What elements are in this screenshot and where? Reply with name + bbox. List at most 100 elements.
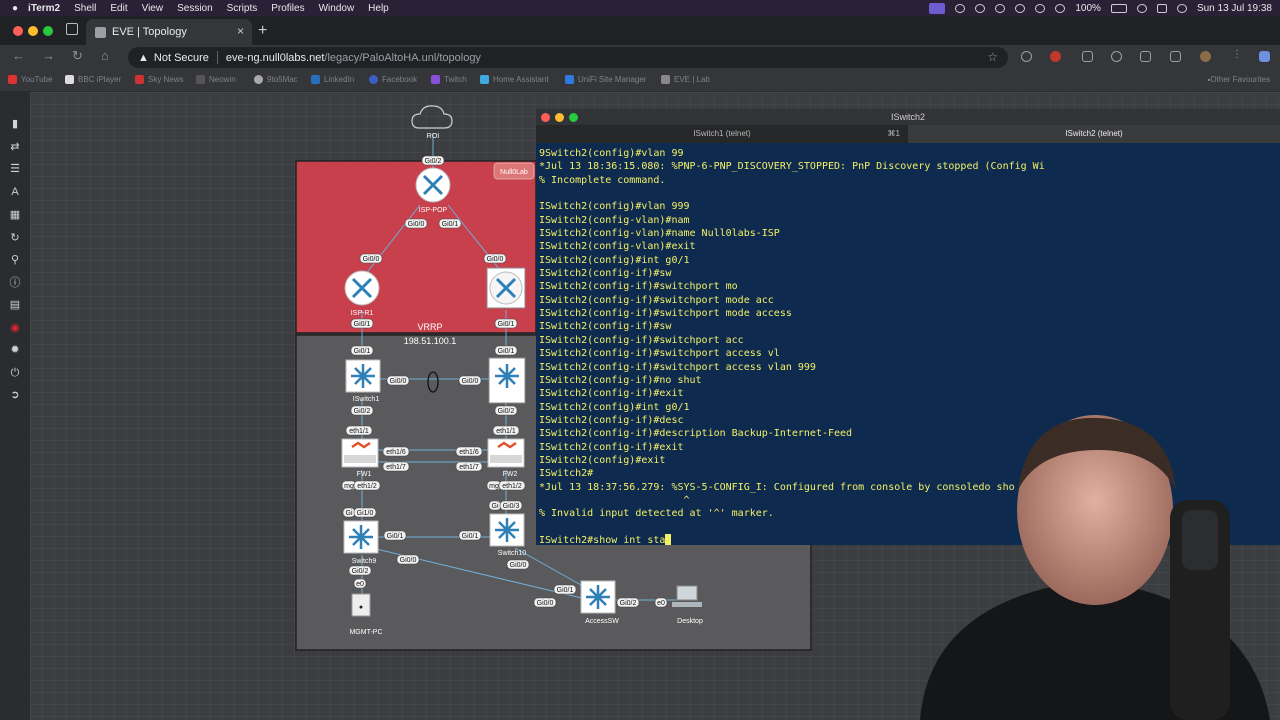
terminal-tab-bar: ISwitch1 (telnet) ⌘1 ISwitch2 (telnet)	[536, 125, 1280, 143]
status-icon[interactable]	[955, 3, 966, 13]
grid-icon[interactable]: ▦	[9, 209, 21, 221]
screen-share-icon[interactable]	[929, 2, 946, 14]
webcam-overlay	[920, 415, 1270, 720]
other-favourites[interactable]: Other Favourites	[1208, 75, 1270, 84]
menu-scripts[interactable]: Scripts	[227, 3, 258, 14]
extension-icon[interactable]	[1021, 51, 1032, 62]
bookmark-label: 9to5Mac	[267, 75, 298, 84]
switch9-label: Switch9	[352, 558, 377, 565]
zoom-window-button[interactable]	[43, 26, 53, 36]
terminal-input[interactable]: ISwitch2#show int sta	[539, 535, 665, 545]
new-tab-button[interactable]: +	[258, 22, 267, 40]
port-label: Gi0/3	[503, 503, 520, 510]
tab-iswitch1-label: ISwitch1 (telnet)	[693, 129, 751, 138]
add-object-icon[interactable]: ▮	[9, 118, 21, 130]
port-label: mg	[489, 483, 499, 490]
menu-shell[interactable]: Shell	[74, 3, 96, 14]
menu-clock[interactable]: Sun 13 Jul 19:38	[1197, 3, 1272, 14]
minimize-window-button[interactable]	[28, 26, 38, 36]
tab-group-icon[interactable]	[1170, 51, 1181, 62]
bookmark-home-assistant[interactable]: Home Assistant	[480, 75, 549, 84]
tab-iswitch1[interactable]: ISwitch1 (telnet) ⌘1	[536, 125, 908, 143]
iswitch2-node[interactable]	[488, 357, 526, 404]
port-label: eth1/6	[459, 449, 479, 456]
download-icon[interactable]	[1140, 51, 1151, 62]
battery-icon[interactable]	[1110, 3, 1127, 13]
bookmark-star-icon[interactable]: ☆	[987, 50, 998, 64]
bookmarks-bar: YouTube BBC iPlayer Sky News Neowin 9to5…	[0, 69, 1280, 92]
bookmark-linkedin[interactable]: LinkedIn	[311, 75, 354, 84]
tab-iswitch2[interactable]: ISwitch2 (telnet)	[908, 125, 1280, 143]
menu-view[interactable]: View	[142, 3, 164, 14]
url-host: eve-ng.null0labs.net	[225, 51, 325, 64]
isp-r2-router[interactable]	[486, 267, 526, 309]
isp-pop-router[interactable]: ISP-POP	[415, 167, 451, 214]
tab-overview-icon[interactable]	[66, 23, 78, 35]
copilot-icon[interactable]	[1259, 51, 1270, 62]
bookmark-facebook[interactable]: Facebook	[369, 75, 417, 84]
bookmark-label: Facebook	[382, 75, 418, 84]
list-icon[interactable]: ☰	[9, 163, 21, 175]
zoom-icon[interactable]: ⚲	[9, 254, 21, 266]
menu-session[interactable]: Session	[177, 3, 213, 14]
headphones-icon[interactable]	[1015, 3, 1026, 13]
security-label[interactable]: Not Secure	[154, 52, 209, 64]
address-bar[interactable]: ▲ Not Secure eve-ng.null0labs.net/legacy…	[128, 47, 1008, 68]
bookmark-eve-lab[interactable]: EVE | Lab	[661, 75, 710, 84]
bookmark-sky-news[interactable]: Sky News	[135, 75, 184, 84]
accesssw-node[interactable]: AccessSW	[580, 580, 619, 625]
other-favourites-label: Other Favourites	[1210, 75, 1270, 84]
bookmark-unifi[interactable]: UniFi Site Manager	[565, 75, 646, 84]
menu-help[interactable]: Help	[368, 3, 389, 14]
port-label: Gi0/0	[400, 557, 417, 564]
control-center-icon[interactable]	[1156, 3, 1167, 13]
text-icon[interactable]: A	[9, 186, 21, 198]
vpn-icon[interactable]	[995, 3, 1006, 13]
microphone-grille	[1182, 510, 1218, 570]
reload-icon[interactable]: ↻	[72, 48, 83, 64]
cloud-icon[interactable]	[975, 3, 986, 13]
terminal-title: ISwitch2	[890, 112, 925, 122]
wifi-icon[interactable]	[1136, 3, 1147, 13]
more-menu-icon[interactable]: ⋮	[1232, 50, 1243, 62]
bookmark-twitch[interactable]: Twitch	[431, 75, 467, 84]
siri-icon[interactable]	[1176, 3, 1187, 13]
terminal-close-button[interactable]	[541, 113, 550, 122]
close-window-button[interactable]	[13, 26, 23, 36]
menu-app-name[interactable]: iTerm2	[28, 3, 60, 14]
stop-icon[interactable]: ◉	[9, 322, 21, 334]
bookmark-neowin[interactable]: Neowin	[196, 75, 236, 84]
terminal-titlebar[interactable]: ISwitch2	[536, 109, 1280, 125]
menu-window[interactable]: Window	[319, 3, 355, 14]
moon-icon[interactable]	[1055, 3, 1066, 13]
terminal-minimize-button[interactable]	[555, 113, 564, 122]
port-label: eth1/7	[386, 464, 406, 471]
warning-icon[interactable]: ▲	[138, 52, 149, 64]
record-extension-icon[interactable]	[1050, 51, 1061, 62]
notes-icon[interactable]: ▤	[9, 299, 21, 311]
bookmark-youtube[interactable]: YouTube	[8, 75, 52, 84]
terminal-zoom-button[interactable]	[569, 113, 578, 122]
menu-edit[interactable]: Edit	[110, 3, 127, 14]
home-icon[interactable]: ⌂	[101, 48, 109, 63]
info-icon[interactable]: ⓘ	[9, 277, 21, 289]
history-icon[interactable]	[1111, 51, 1122, 62]
apple-icon[interactable]: ●	[12, 3, 18, 14]
profile-avatar[interactable]	[1200, 51, 1211, 62]
forward-icon[interactable]: →	[42, 48, 55, 63]
bookmark-9to5mac[interactable]: 9to5Mac	[254, 75, 298, 84]
bluetooth-icon[interactable]	[1035, 3, 1046, 13]
browser-tab-active[interactable]: EVE | Topology ×	[86, 19, 252, 45]
refresh-icon[interactable]: ↻	[9, 232, 21, 244]
close-tab-icon[interactable]: ×	[237, 24, 244, 38]
power-icon[interactable]: ⏻	[9, 367, 21, 379]
settings-icon[interactable]: ✹	[9, 344, 21, 356]
connections-icon[interactable]: ⇄	[9, 141, 21, 153]
bookmark-bbc-iplayer[interactable]: BBC iPlayer	[65, 75, 121, 84]
logout-icon[interactable]: ➲	[9, 389, 21, 401]
back-icon[interactable]: ←	[12, 48, 25, 63]
terminal-line: ISwitch2(config-if)#sw	[539, 321, 672, 333]
menu-profiles[interactable]: Profiles	[271, 3, 304, 14]
cloud-icon[interactable]	[411, 105, 453, 129]
extensions-puzzle-icon[interactable]	[1082, 51, 1093, 62]
